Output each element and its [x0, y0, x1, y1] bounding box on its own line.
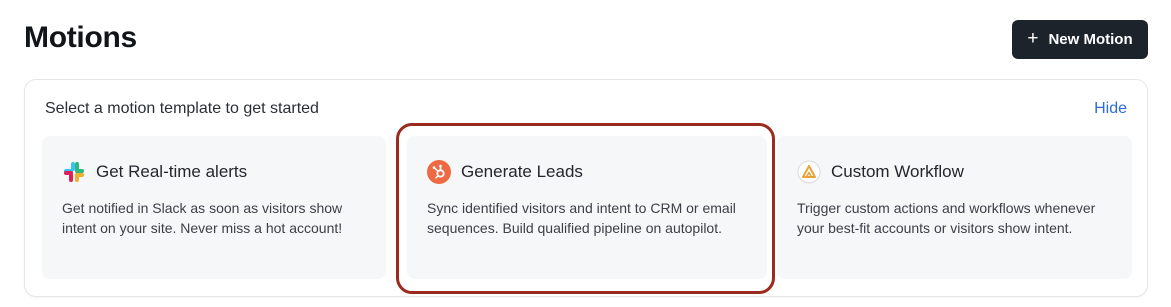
- templates-heading: Select a motion template to get started: [45, 100, 319, 117]
- workflow-logo-icon: [797, 160, 821, 184]
- card-title: Custom Workflow: [831, 162, 964, 181]
- new-motion-button[interactable]: + New Motion: [1012, 20, 1148, 59]
- card-description: Trigger custom actions and workflows whe…: [797, 200, 1096, 236]
- hide-link[interactable]: Hide: [1094, 100, 1127, 118]
- motions-page: Motions + New Motion Select a motion tem…: [0, 0, 1171, 307]
- plus-icon: +: [1027, 28, 1039, 49]
- card-title: Get Real-time alerts: [96, 162, 248, 181]
- template-card-generate-leads[interactable]: Generate Leads Sync identified visitors …: [407, 136, 767, 279]
- new-motion-label: New Motion: [1048, 31, 1133, 48]
- template-card-custom-workflow[interactable]: Custom Workflow Trigger custom actions a…: [777, 136, 1132, 279]
- hubspot-icon: [427, 160, 451, 184]
- card-title: Generate Leads: [461, 162, 583, 181]
- card-description: Get notified in Slack as soon as visitor…: [62, 200, 343, 236]
- page-title: Motions: [24, 21, 137, 54]
- card-description: Sync identified visitors and intent to C…: [427, 200, 736, 236]
- slack-icon: [62, 160, 86, 184]
- templates-panel: Select a motion template to get started …: [24, 79, 1148, 297]
- template-card-realtime-alerts[interactable]: Get Real-time alerts Get notified in Sla…: [42, 136, 386, 279]
